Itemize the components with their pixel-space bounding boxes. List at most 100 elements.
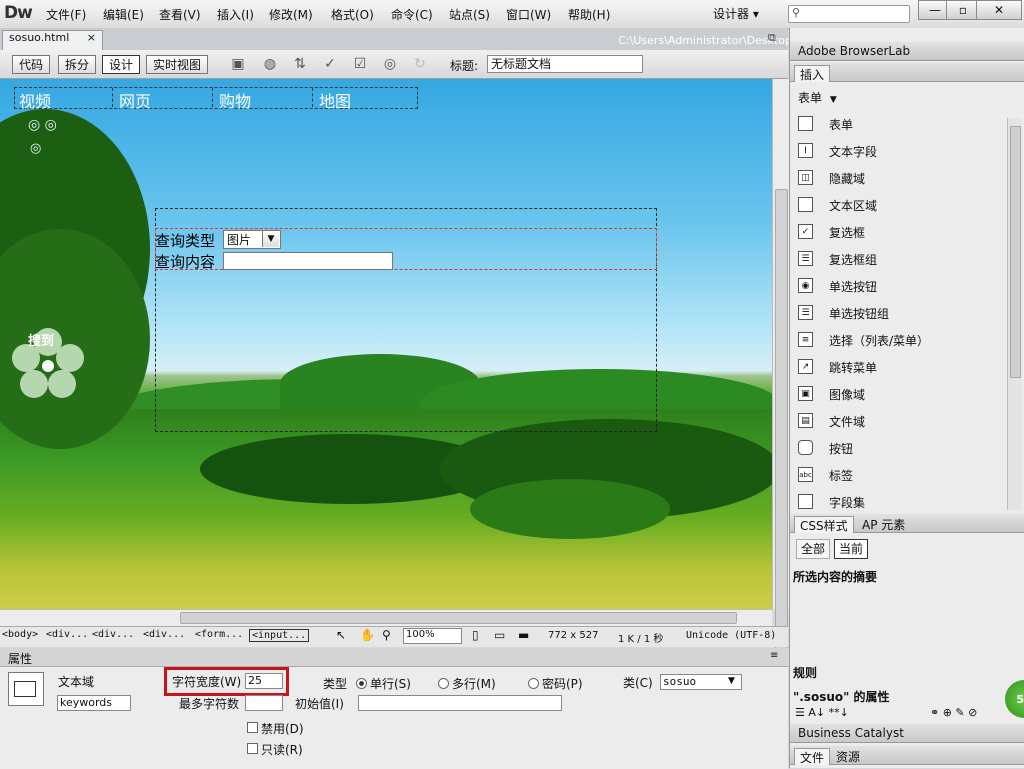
nav-item-video[interactable]: 视频	[15, 88, 113, 111]
menu-commands[interactable]: 命令(C)	[391, 6, 433, 23]
menu-format[interactable]: 格式(O)	[331, 6, 374, 23]
check-browser-icon[interactable]: ☑	[350, 55, 370, 73]
chevron-down-icon[interactable]: ▼	[262, 231, 279, 247]
business-catalyst-tab[interactable]: Business Catalyst	[798, 726, 904, 740]
radio-password[interactable]	[528, 678, 539, 689]
insert-hidden-field[interactable]: 隐藏域	[829, 170, 865, 187]
disabled-checkbox[interactable]	[247, 722, 258, 733]
canvas-horizontal-scrollbar[interactable]	[0, 609, 772, 626]
tablet-size-icon[interactable]: ▭	[494, 628, 505, 642]
insert-label[interactable]: 标签	[829, 467, 853, 484]
title-input[interactable]: 无标题文档	[487, 55, 643, 73]
radio-multi-line[interactable]	[438, 678, 449, 689]
menu-help[interactable]: 帮助(H)	[568, 6, 610, 23]
insert-scroll-thumb[interactable]	[1010, 126, 1021, 378]
hand-tool-icon[interactable]: ✋	[360, 628, 375, 642]
css-current-button[interactable]: 当前	[834, 539, 869, 559]
insert-button[interactable]: 按钮	[829, 440, 853, 457]
insert-select-list[interactable]: 选择（列表/菜单）	[829, 332, 929, 349]
menu-edit[interactable]: 编辑(E)	[103, 6, 144, 23]
bubble-icon: ◎ ◎	[28, 117, 57, 133]
insert-textarea[interactable]: 文本区域	[829, 197, 877, 214]
menu-window[interactable]: 窗口(W)	[506, 6, 551, 23]
files-header: 文件 资源	[790, 746, 1024, 765]
live-view-button[interactable]: 实时视图	[146, 55, 209, 74]
w3c-validate-icon[interactable]: ✓	[320, 55, 340, 73]
css-tools-icon[interactable]: ⚭ ⊕ ✎ ⊘	[930, 706, 977, 719]
maximize-button[interactable]: ▫	[946, 0, 980, 20]
tag-body[interactable]: <body>	[2, 629, 38, 640]
insert-scrollbar[interactable]	[1007, 118, 1022, 510]
insert-checkbox[interactable]: 复选框	[829, 224, 865, 241]
init-value-input[interactable]	[358, 695, 562, 711]
insert-radio-group[interactable]: 单选按钮组	[829, 305, 889, 322]
radio-single-line[interactable]	[356, 678, 367, 689]
multiscreen-icon[interactable]: ▣	[228, 55, 248, 73]
nav-item-shopping[interactable]: 购物	[215, 88, 313, 111]
file-management-icon[interactable]: ⇅	[290, 55, 310, 73]
insert-category-select[interactable]: 表单 ▼	[798, 89, 837, 106]
insert-checkbox-group[interactable]: 复选框组	[829, 251, 877, 268]
init-value-label: 初始值(I)	[295, 697, 344, 711]
canvas-vertical-scrollbar[interactable]	[772, 79, 789, 671]
zoom-select[interactable]: 100%	[403, 628, 462, 644]
design-view-button[interactable]: 设计	[102, 55, 141, 74]
char-width-input[interactable]: 25	[245, 673, 283, 689]
select-tool-icon[interactable]: ↖	[336, 628, 346, 642]
preview-browser-icon[interactable]: ◍	[260, 55, 280, 73]
insert-text-field[interactable]: 文本字段	[829, 143, 877, 160]
css-all-button[interactable]: 全部	[796, 539, 831, 559]
properties-tab[interactable]: 属性	[8, 650, 32, 667]
class-chevron-down-icon[interactable]: ▼	[728, 676, 735, 686]
nav-item-web[interactable]: 网页	[115, 88, 213, 111]
workspace-switcher[interactable]: 设计器 ▾	[713, 5, 759, 22]
ap-elements-tab[interactable]: AP 元素	[862, 516, 905, 533]
close-tab-icon[interactable]: ×	[87, 31, 96, 44]
query-type-label: 查询类型	[155, 232, 216, 250]
insert-image-field[interactable]: 图像域	[829, 386, 865, 403]
tag-input[interactable]: <input...	[249, 629, 310, 642]
assets-tab[interactable]: 资源	[836, 748, 860, 765]
document-tab[interactable]: sosuo.html ×	[2, 30, 103, 51]
tag-div-1[interactable]: <div...	[46, 629, 88, 640]
field-name-input[interactable]: keywords	[57, 695, 131, 711]
search-input[interactable]: ⚲	[788, 5, 910, 23]
menu-insert[interactable]: 插入(I)	[217, 6, 254, 23]
radio-button-icon: ◉	[798, 278, 813, 293]
query-content-input[interactable]	[223, 252, 393, 270]
zoom-tool-icon[interactable]: ⚲	[382, 628, 391, 642]
insert-tab[interactable]: 插入	[794, 65, 831, 82]
hidden-field-icon: ◫	[798, 170, 813, 185]
max-chars-input[interactable]	[245, 695, 283, 711]
insert-radio-button[interactable]: 单选按钮	[829, 278, 877, 295]
restore-doc-icon[interactable]: ⧉	[768, 31, 776, 45]
panel-menu-icon[interactable]: ≡	[770, 650, 778, 661]
readonly-checkbox[interactable]	[247, 743, 258, 754]
hscroll-thumb[interactable]	[180, 612, 737, 624]
window-size[interactable]: 772 x 527	[548, 630, 598, 641]
insert-fieldset[interactable]: 字段集	[829, 494, 865, 511]
code-view-button[interactable]: 代码	[12, 55, 51, 74]
desktop-size-icon[interactable]: ▬	[518, 628, 529, 642]
tag-form[interactable]: <form...	[195, 629, 243, 640]
scroll-thumb[interactable]	[775, 189, 788, 671]
refresh-icon[interactable]: ↻	[410, 55, 430, 73]
tag-div-2[interactable]: <div...	[92, 629, 134, 640]
mobile-size-icon[interactable]: ▯	[472, 628, 479, 642]
insert-form[interactable]: 表单	[829, 116, 853, 133]
tag-div-3[interactable]: <div...	[143, 629, 185, 640]
menu-site[interactable]: 站点(S)	[449, 6, 490, 23]
files-tab[interactable]: 文件	[794, 748, 831, 765]
menu-modify[interactable]: 修改(M)	[269, 6, 313, 23]
visual-aids-icon[interactable]: ◎	[380, 55, 400, 73]
insert-file-field[interactable]: 文件域	[829, 413, 865, 430]
menu-file[interactable]: 文件(F)	[46, 6, 86, 23]
css-styles-tab[interactable]: CSS样式	[794, 516, 854, 533]
browserlab-tab[interactable]: Adobe BrowserLab	[798, 44, 910, 58]
close-window-button[interactable]: ✕	[976, 0, 1022, 20]
nav-item-map[interactable]: 地图	[315, 88, 413, 111]
insert-jump-menu[interactable]: 跳转菜单	[829, 359, 877, 376]
menu-view[interactable]: 查看(V)	[159, 6, 201, 23]
list-view-icon[interactable]: ☰ A↓ **↓	[795, 706, 849, 719]
split-view-button[interactable]: 拆分	[58, 55, 97, 74]
